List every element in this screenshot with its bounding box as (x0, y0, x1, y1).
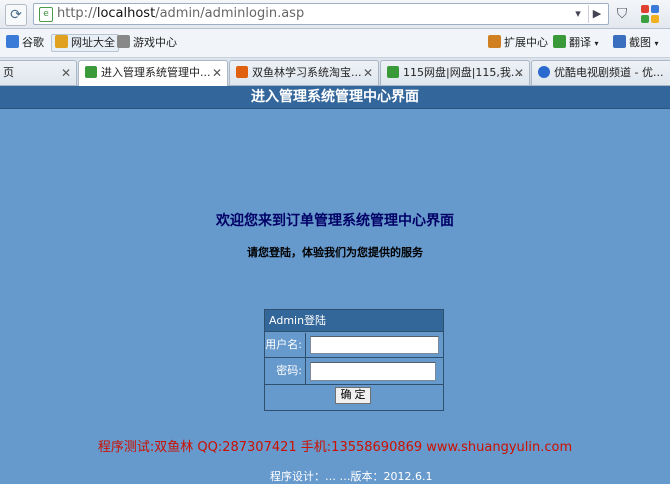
tab-admin-login[interactable]: 进入管理系统管理中... ✕ (78, 60, 228, 86)
chevron-down-icon[interactable]: ▾ (595, 39, 599, 48)
password-label: 密码: (265, 358, 306, 384)
gamepad-icon (117, 35, 130, 48)
tab-label: 115网盘|网盘|115,我... (403, 66, 522, 79)
footer-text: 程序设计：… …版本：2012.6.1 (270, 470, 433, 483)
refresh-icon[interactable]: ⟳ (5, 4, 27, 26)
chevron-down-icon[interactable]: ▾ (570, 5, 586, 23)
apps-grid-cell (651, 5, 659, 13)
tab-label: 优酷电视剧频道 - 优... (554, 66, 664, 79)
tab-youku[interactable]: 优酷电视剧频道 - 优... (531, 60, 670, 85)
bookmark-label: 谷歌 (22, 36, 44, 49)
bookmark-label: 游戏中心 (133, 36, 177, 49)
bookmark-sites[interactable]: 网址大全 (51, 34, 119, 52)
apps-grid-icon[interactable] (640, 4, 660, 24)
bookmark-screenshot[interactable]: 截图 ▾ (613, 35, 659, 51)
tab-label: 页 (3, 66, 14, 79)
bookmark-label: 截图 (629, 36, 651, 49)
close-icon[interactable]: ✕ (61, 61, 71, 85)
bookmark-google[interactable]: 谷歌 (6, 35, 44, 51)
apps-grid-cell (641, 15, 649, 23)
tab-label: 双鱼林学习系统淘宝... (252, 66, 362, 79)
bookmark-label: 扩展中心 (504, 36, 548, 49)
go-arrow-icon[interactable]: ▶ (588, 5, 605, 23)
bookmark-label: 翻译 (569, 36, 591, 49)
browser-toolbar: ⟳ e http://localhost/admin/adminlogin.as… (0, 0, 670, 29)
page-icon: e (39, 7, 53, 22)
username-row: 用户名: (265, 333, 443, 358)
bookmark-translate[interactable]: 翻译 ▾ (553, 35, 599, 51)
username-input[interactable] (310, 336, 439, 354)
username-label: 用户名: (265, 333, 306, 357)
password-row: 密码: (265, 358, 443, 385)
page-content: 进入管理系统管理中心界面 欢迎您来到订单管理系统管理中心界面 请您登陆，体验我们… (0, 86, 670, 483)
url-prefix: http:// (57, 6, 97, 21)
translate-icon (553, 35, 566, 48)
page-icon (85, 66, 97, 78)
apps-grid-cell (641, 5, 649, 13)
apps-grid-cell (651, 15, 659, 23)
login-box: Admin登陆 用户名: 密码: 确 定 (264, 309, 444, 411)
url-path: /admin/adminlogin.asp (155, 6, 305, 21)
welcome-subtext: 请您登陆，体验我们为您提供的服务 (247, 246, 423, 259)
close-icon[interactable]: ✕ (212, 61, 222, 85)
bookmark-extensions[interactable]: 扩展中心 (488, 35, 548, 51)
taobao-icon (236, 66, 248, 78)
tab-bar: 页 ✕ 进入管理系统管理中... ✕ 双鱼林学习系统淘宝... ✕ 115网盘|网盘|… (0, 58, 670, 86)
login-title: Admin登陆 (265, 310, 443, 332)
page-icon (387, 66, 399, 78)
sites-icon (55, 35, 68, 48)
tab-taobao[interactable]: 双鱼林学习系统淘宝... ✕ (229, 60, 379, 85)
tab-115[interactable]: 115网盘|网盘|115,我... ✕ (380, 60, 530, 85)
google-icon (6, 35, 19, 48)
tab-previous[interactable]: 页 ✕ (0, 60, 77, 85)
bookmark-label: 网址大全 (71, 36, 115, 49)
url-host: localhost (96, 6, 156, 21)
submit-button[interactable]: 确 定 (335, 387, 371, 404)
close-icon[interactable]: ✕ (363, 61, 373, 85)
bookmark-games[interactable]: 游戏中心 (117, 35, 177, 51)
address-bar[interactable]: e http://localhost/admin/adminlogin.asp … (33, 3, 609, 25)
bookmarks-bar: 谷歌 网址大全 游戏中心 扩展中心 翻译 ▾ 截图 ▾ (0, 29, 670, 58)
url-text[interactable]: http://localhost/admin/adminlogin.asp (57, 6, 304, 21)
chevron-down-icon[interactable]: ▾ (655, 39, 659, 48)
credits-text: 程序测试:双鱼林 QQ:287307421 手机:13558690869 www… (97, 440, 573, 455)
shield-icon[interactable]: ⛉ (612, 4, 632, 24)
youku-icon (538, 66, 550, 78)
password-input[interactable] (310, 362, 436, 381)
welcome-heading: 欢迎您来到订单管理系统管理中心界面 (216, 213, 454, 229)
close-icon[interactable]: ✕ (514, 61, 524, 85)
tab-label: 进入管理系统管理中... (101, 66, 211, 79)
page-header: 进入管理系统管理中心界面 (0, 86, 670, 109)
screenshot-icon (613, 35, 626, 48)
extension-icon (488, 35, 501, 48)
